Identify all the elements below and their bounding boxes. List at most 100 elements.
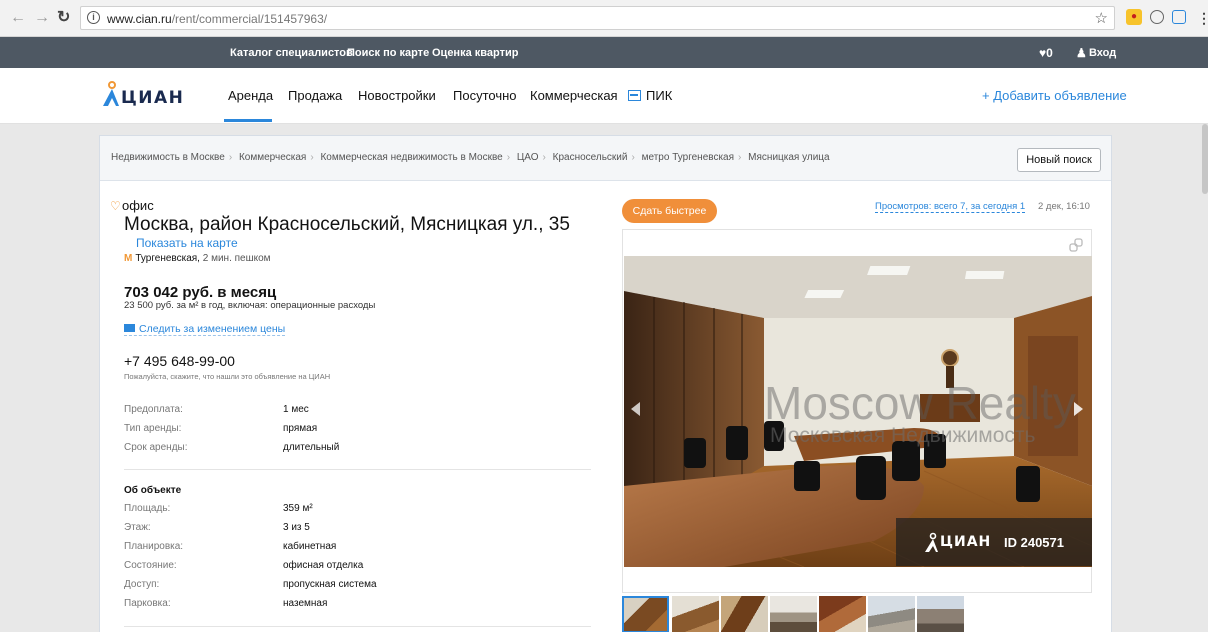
- about-label: Этаж:: [124, 522, 151, 533]
- page-scrollbar[interactable]: [1202, 124, 1208, 194]
- term-value: 1 мес: [283, 404, 309, 415]
- metro-icon: М: [124, 253, 133, 264]
- topbar-link-map-search[interactable]: Поиск по карте: [347, 47, 429, 59]
- badge-id-text: ID 240571: [1004, 535, 1064, 550]
- menu-icon[interactable]: ⋮: [1197, 9, 1208, 27]
- photo-gallery: Moscow Realty Московская Недвижимость ЦИ…: [622, 229, 1092, 593]
- about-label: Площадь:: [124, 503, 171, 514]
- breadcrumb-separator: ›: [310, 152, 314, 163]
- breadcrumb-item[interactable]: Красносельский: [553, 152, 628, 163]
- nav-item-sale[interactable]: Продажа: [288, 88, 342, 103]
- metro-info: М Тургеневская, 2 мин. пешком: [124, 253, 271, 264]
- term-label: Предоплата:: [124, 404, 183, 415]
- phone-number[interactable]: +7 495 648-99-00: [124, 353, 235, 369]
- photo-id-badge: ЦИАН ID 240571: [896, 518, 1092, 566]
- cian-logo-icon: [925, 532, 938, 552]
- nav-item-daily[interactable]: Посуточно: [453, 88, 517, 103]
- nav-item-rent[interactable]: Аренда: [228, 88, 273, 103]
- about-value: наземная: [283, 598, 328, 609]
- breadcrumb-separator: ›: [542, 152, 546, 163]
- next-photo-arrow-icon[interactable]: [1074, 402, 1083, 416]
- photo-thumbnail[interactable]: [819, 596, 866, 632]
- about-value: 3 из 5: [283, 522, 310, 533]
- photo-thumbnail[interactable]: [770, 596, 817, 632]
- envelope-icon: [124, 324, 135, 332]
- topbar-link-valuation[interactable]: Оценка квартир: [432, 47, 518, 59]
- breadcrumb-item[interactable]: метро Тургеневская: [642, 152, 734, 163]
- about-value: пропускная система: [283, 579, 377, 590]
- term-value: длительный: [283, 442, 340, 453]
- browser-toolbar: ← → ↻ i www.cian.ru/rent/commercial/1514…: [0, 0, 1208, 37]
- breadcrumb-item[interactable]: Мясницкая улица: [748, 152, 829, 163]
- publish-date: 2 дек, 16:10: [1038, 201, 1090, 212]
- nav-item-commercial[interactable]: Коммерческая: [530, 88, 618, 103]
- photo-thumbnail[interactable]: [672, 596, 719, 632]
- breadcrumb-separator: ›: [738, 152, 742, 163]
- about-section-title: Об объекте: [124, 485, 182, 496]
- extension-icon[interactable]: [1150, 10, 1164, 24]
- rent-faster-button[interactable]: Сдать быстрее: [622, 199, 717, 223]
- badge-logo-text: ЦИАН: [940, 534, 992, 550]
- main-nav: ЦИАН Аренда Продажа Новостройки Посуточн…: [0, 68, 1208, 124]
- breadcrumb-separator: ›: [506, 152, 511, 163]
- bookmark-star-icon[interactable]: ☆: [1095, 9, 1108, 27]
- login-link[interactable]: Вход: [1089, 47, 1116, 59]
- info-icon[interactable]: i: [87, 11, 100, 24]
- logo-text: ЦИАН: [121, 88, 185, 108]
- topbar-link-specialists[interactable]: Каталог специалистов: [230, 47, 353, 59]
- forward-icon[interactable]: →: [34, 9, 50, 27]
- extension-icon[interactable]: [1172, 10, 1186, 24]
- about-value: 359 м²: [283, 503, 313, 514]
- about-label: Состояние:: [124, 560, 177, 571]
- divider: [124, 626, 591, 627]
- prev-photo-arrow-icon[interactable]: [631, 402, 640, 416]
- extension-icon[interactable]: ●: [1126, 9, 1142, 25]
- site-topbar: Каталог специалистов Поиск по карте Оцен…: [0, 37, 1208, 68]
- about-label: Парковка:: [124, 598, 171, 609]
- url-text[interactable]: www.cian.ru/rent/commercial/151457963/: [107, 12, 327, 26]
- phone-note: Пожалуйста, скажите, что нашли это объяв…: [124, 372, 331, 381]
- breadcrumb-item[interactable]: Недвижимость в Москве: [111, 152, 225, 163]
- breadcrumb-item[interactable]: Коммерческая: [239, 152, 306, 163]
- divider: [124, 469, 591, 470]
- follow-price-link[interactable]: Следить за изменением цены: [124, 323, 286, 336]
- about-label: Планировка:: [124, 541, 184, 552]
- object-type: офис: [122, 198, 154, 213]
- main-photo[interactable]: Moscow Realty Московская Недвижимость ЦИ…: [624, 256, 1092, 567]
- breadcrumb-separator: ›: [228, 152, 233, 163]
- cian-logo-icon: [103, 81, 119, 106]
- photo-thumbnail[interactable]: [622, 596, 669, 632]
- new-search-button[interactable]: Новый поиск: [1017, 148, 1101, 172]
- favorite-heart-icon[interactable]: ♡: [110, 199, 121, 213]
- login-icon[interactable]: ♟: [1076, 46, 1087, 60]
- photo-thumbnail[interactable]: [721, 596, 768, 632]
- views-counter-link[interactable]: Просмотров: всего 7, за сегодня 1: [875, 201, 1026, 213]
- listing-panel: Недвижимость в Москве › Коммерческая › Ком…: [99, 135, 1112, 632]
- about-value: кабинетная: [283, 541, 337, 552]
- breadcrumb: Недвижимость в Москве › Коммерческая › Ком…: [100, 136, 1111, 181]
- about-value: офисная отделка: [283, 560, 364, 571]
- breadcrumb-separator: ›: [631, 152, 635, 163]
- photo-thumbnail[interactable]: [917, 596, 964, 632]
- show-on-map-link[interactable]: Показать на карте: [136, 236, 238, 250]
- reload-icon[interactable]: ↻: [57, 9, 70, 27]
- nav-item-pik[interactable]: ПИК: [628, 88, 672, 103]
- breadcrumb-item[interactable]: Коммерческая недвижимость в Москве: [320, 152, 502, 163]
- favorites-counter[interactable]: ♥0: [1039, 46, 1053, 60]
- add-listing-link[interactable]: + Добавить объявление: [982, 88, 1127, 103]
- photo-watermark: Moscow Realty: [764, 377, 1076, 429]
- photo-thumbnail[interactable]: [868, 596, 915, 632]
- nav-item-new-buildings[interactable]: Новостройки: [358, 88, 436, 103]
- photo-watermark-sub: Московская Недвижимость: [770, 424, 1036, 447]
- about-label: Доступ:: [124, 579, 160, 590]
- breadcrumb-item[interactable]: ЦАО: [517, 152, 539, 163]
- listing-address: Москва, район Красносельский, Мясницкая …: [124, 214, 570, 235]
- address-bar[interactable]: i www.cian.ru/rent/commercial/151457963/…: [80, 6, 1115, 30]
- link-icon[interactable]: [1069, 238, 1083, 252]
- pik-icon: [628, 90, 641, 101]
- back-icon[interactable]: ←: [10, 9, 26, 27]
- term-label: Срок аренды:: [124, 442, 188, 453]
- term-value: прямая: [283, 423, 318, 434]
- term-label: Тип аренды:: [124, 423, 182, 434]
- price-per-meter: 23 500 руб. за м² в год, включая: операц…: [124, 300, 376, 311]
